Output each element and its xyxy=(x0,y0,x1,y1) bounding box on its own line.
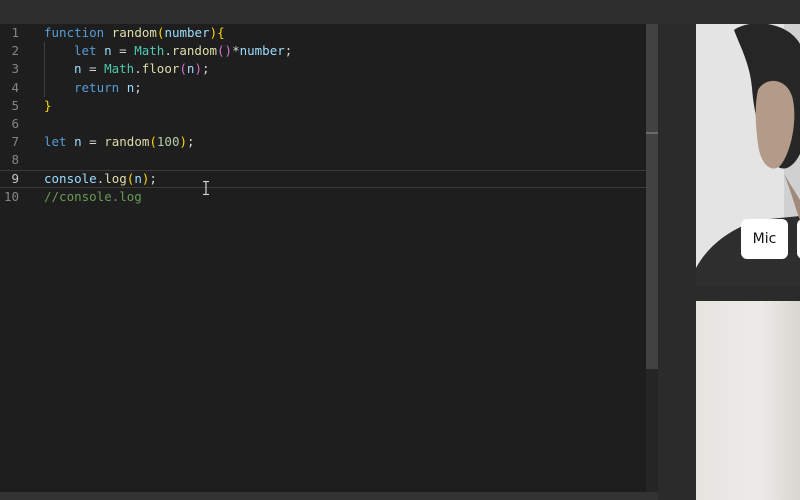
code-token: ; xyxy=(284,43,293,59)
code-token: floor xyxy=(141,61,180,77)
code-text: let n = random(100); xyxy=(44,133,195,151)
code-line[interactable]: 4 return n; xyxy=(0,78,658,97)
indent-guide xyxy=(44,42,74,61)
code-text: function random(number){ xyxy=(44,24,225,42)
code-token: console xyxy=(44,170,97,186)
code-text: n = Math.floor(n); xyxy=(44,60,210,79)
code-token: . xyxy=(134,61,142,77)
code-token: 100 xyxy=(156,134,180,150)
code-lines[interactable]: 1 function random(number){2 let n = Math.r… xyxy=(0,24,658,206)
code-line[interactable]: 3n = Math.floor(n); xyxy=(0,60,658,79)
code-token: random xyxy=(104,134,150,150)
code-token: = xyxy=(81,61,105,77)
scrollbar-cursor-marker xyxy=(646,132,658,134)
line-number: 5 xyxy=(11,97,19,113)
code-text: } xyxy=(44,97,52,115)
code-token: Math xyxy=(104,61,135,77)
code-token: } xyxy=(44,97,52,113)
code-line[interactable]: 8 xyxy=(0,151,658,169)
code-token: function xyxy=(44,25,105,40)
code-token: ){ xyxy=(209,25,225,40)
horizontal-scrollbar[interactable] xyxy=(0,492,658,500)
top-bar xyxy=(0,0,800,24)
i-beam-cursor-icon xyxy=(203,181,209,195)
code-token: //console.log xyxy=(44,188,142,204)
code-token: n xyxy=(134,170,142,186)
code-token: n xyxy=(104,43,112,59)
code-token: let xyxy=(44,134,67,150)
line-number: 2 xyxy=(11,43,19,59)
participant-video-tile-2 xyxy=(696,301,800,500)
indent-guide xyxy=(44,78,74,97)
code-line[interactable]: 6 xyxy=(0,115,658,133)
code-line[interactable]: 7 let n = random(100); xyxy=(0,133,658,151)
code-token: n xyxy=(74,61,82,77)
code-token: number xyxy=(164,25,210,40)
line-number: 9 xyxy=(11,170,19,186)
line-number: 6 xyxy=(11,115,19,131)
code-line[interactable]: 1 function random(number){ xyxy=(0,24,658,42)
code-token: ) xyxy=(179,134,188,150)
line-number: 7 xyxy=(11,134,19,150)
code-token: ( xyxy=(149,134,157,150)
code-token: = xyxy=(111,43,135,59)
code-line[interactable]: 5} xyxy=(0,97,658,115)
code-token: ; xyxy=(187,134,195,150)
code-token: return xyxy=(74,79,120,95)
code-token: ; xyxy=(134,79,142,95)
indent-guide xyxy=(44,60,74,79)
code-token: number xyxy=(239,43,285,59)
code-token: let xyxy=(74,43,97,59)
code-token: random xyxy=(171,43,218,59)
panel-divider xyxy=(658,24,696,500)
mic-button[interactable]: Mic xyxy=(741,219,788,259)
line-number: 8 xyxy=(11,152,19,168)
video-tile-separator xyxy=(696,286,800,301)
code-text: return n; xyxy=(44,78,142,97)
scrollbar-thumb[interactable] xyxy=(646,24,658,369)
code-token: = xyxy=(81,134,105,150)
code-token: Math xyxy=(134,43,165,59)
line-number: 10 xyxy=(3,188,19,204)
code-token: ; xyxy=(201,61,210,77)
code-token: ( xyxy=(179,61,187,77)
line-number: 3 xyxy=(11,61,19,77)
code-line[interactable]: 9 console.log(n); xyxy=(0,170,658,188)
code-text: let n = Math.random()*number; xyxy=(44,42,293,61)
code-token: () xyxy=(217,43,233,59)
code-token: . xyxy=(164,43,172,59)
line-number: 1 xyxy=(11,25,19,40)
code-editor[interactable]: 1 function random(number){2 let n = Math.r… xyxy=(0,24,658,492)
code-text: //console.log xyxy=(44,188,142,206)
code-token: log xyxy=(104,170,127,186)
vertical-scrollbar[interactable] xyxy=(646,24,658,492)
code-line[interactable]: 2 let n = Math.random()*number; xyxy=(0,42,658,61)
code-token: ) xyxy=(194,61,202,77)
line-number: 4 xyxy=(11,79,19,95)
code-line[interactable]: 10 //console.log xyxy=(0,188,658,206)
code-text: console.log(n); xyxy=(44,170,157,188)
code-token: * xyxy=(232,43,240,59)
code-token: ; xyxy=(149,170,157,186)
code-token: random xyxy=(111,25,157,40)
code-token: n xyxy=(74,134,82,150)
